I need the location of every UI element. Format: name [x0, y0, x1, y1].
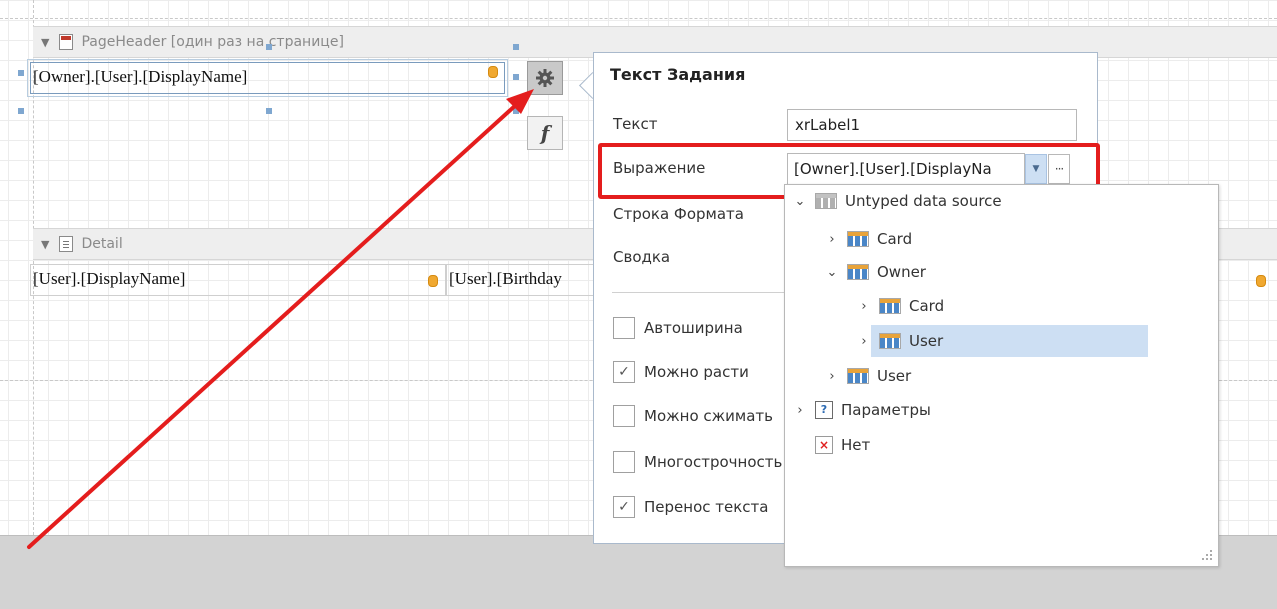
parameters-icon: ?: [815, 401, 833, 419]
database-field-icon: [1256, 275, 1266, 287]
detail-band-label: Detail: [81, 236, 123, 252]
table-icon: [847, 368, 869, 384]
table-icon: [847, 231, 869, 247]
tree-item-label: Параметры: [841, 401, 931, 419]
multiline-checkbox-row[interactable]: Многострочность: [613, 451, 782, 473]
resize-handle[interactable]: [18, 70, 24, 76]
resize-grip-icon[interactable]: [1202, 550, 1212, 560]
page-header-band-label: PageHeader [один раз на странице]: [81, 34, 344, 50]
function-icon: f: [540, 121, 550, 145]
resize-handle[interactable]: [266, 44, 272, 50]
smart-tag-button[interactable]: [527, 61, 563, 95]
resize-handle[interactable]: [513, 108, 519, 114]
text-property-label: Текст: [613, 115, 658, 133]
resize-handle[interactable]: [266, 108, 272, 114]
chevron-right-icon[interactable]: ›: [857, 334, 871, 349]
tree-item-label: Card: [909, 297, 945, 315]
tree-item-label: User: [909, 332, 944, 350]
can-shrink-checkbox-row[interactable]: Можно сжимать: [613, 405, 773, 427]
collapse-triangle-icon[interactable]: ▼: [41, 36, 49, 49]
can-grow-label: Можно расти: [644, 363, 749, 381]
gear-icon: [536, 69, 554, 87]
tree-item-owner-user-selected[interactable]: User: [871, 325, 1149, 357]
format-string-property-label: Строка Формата: [613, 205, 744, 223]
chevron-down-icon[interactable]: ⌄: [825, 265, 839, 280]
database-field-icon: [428, 275, 438, 287]
user-display-name-label[interactable]: [User].[DisplayName]: [30, 264, 446, 296]
tree-item-label: User: [877, 367, 912, 385]
can-grow-checkbox[interactable]: ✓: [613, 361, 635, 383]
tree-item-card[interactable]: › Card: [785, 223, 1218, 255]
word-wrap-checkbox[interactable]: ✓: [613, 496, 635, 518]
resize-handle[interactable]: [513, 44, 519, 50]
tree-item-label: Card: [877, 230, 913, 248]
tree-item-owner-card[interactable]: › Card: [785, 290, 1218, 322]
table-grey-icon: [815, 193, 837, 209]
table-icon: [879, 333, 901, 349]
user-birthday-label[interactable]: [User].[Birthday: [446, 264, 596, 296]
resize-handle[interactable]: [513, 74, 519, 80]
word-wrap-label: Перенос текста: [644, 498, 769, 516]
summary-property-label: Сводка: [613, 248, 671, 266]
chevron-right-icon[interactable]: ›: [825, 232, 839, 247]
tree-item-untyped-data-source[interactable]: ⌄ Untyped data source: [785, 188, 1218, 214]
owner-display-name-label[interactable]: [Owner].[User].[DisplayName]: [27, 59, 508, 97]
autowidth-checkbox-row[interactable]: Автоширина: [613, 317, 743, 339]
chevron-right-icon[interactable]: ›: [825, 369, 839, 384]
tree-item-owner-user-row[interactable]: › User: [785, 325, 1218, 357]
chevron-right-icon[interactable]: ›: [793, 403, 807, 418]
popup-title: Текст Задания: [610, 65, 746, 84]
tree-item-label: Owner: [877, 263, 926, 281]
top-margin-line: [0, 18, 1277, 19]
chevron-right-icon[interactable]: ›: [857, 299, 871, 314]
can-grow-checkbox-row[interactable]: ✓ Можно расти: [613, 361, 749, 383]
table-icon: [879, 298, 901, 314]
tree-item-none[interactable]: × Нет: [785, 429, 1218, 461]
resize-handle[interactable]: [18, 108, 24, 114]
tree-item-user[interactable]: › User: [785, 360, 1218, 392]
detail-band-icon: [59, 236, 74, 252]
collapse-triangle-icon[interactable]: ▼: [41, 238, 49, 251]
none-icon: ×: [815, 436, 833, 454]
can-shrink-checkbox[interactable]: [613, 405, 635, 427]
expression-function-button[interactable]: f: [527, 116, 563, 150]
section-divider: [612, 292, 787, 293]
tree-item-owner[interactable]: ⌄ Owner: [785, 256, 1218, 288]
text-field[interactable]: xrLabel1: [787, 109, 1077, 141]
tree-item-label: Untyped data source: [845, 192, 1002, 210]
word-wrap-checkbox-row[interactable]: ✓ Перенос текста: [613, 496, 768, 518]
autowidth-label: Автоширина: [644, 319, 743, 337]
can-shrink-label: Можно сжимать: [644, 407, 773, 425]
multiline-label: Многострочность: [644, 453, 783, 471]
chevron-down-icon[interactable]: ⌄: [793, 194, 807, 209]
data-member-tree-dropdown[interactable]: ⌄ Untyped data source › Card ⌄ Owner › C…: [784, 184, 1219, 567]
table-icon: [847, 264, 869, 280]
tree-item-parameters[interactable]: › ? Параметры: [785, 394, 1218, 426]
autowidth-checkbox[interactable]: [613, 317, 635, 339]
database-field-icon: [488, 66, 498, 78]
tree-item-label: Нет: [841, 436, 871, 454]
multiline-checkbox[interactable]: [613, 451, 635, 473]
page-header-icon: [59, 34, 74, 50]
